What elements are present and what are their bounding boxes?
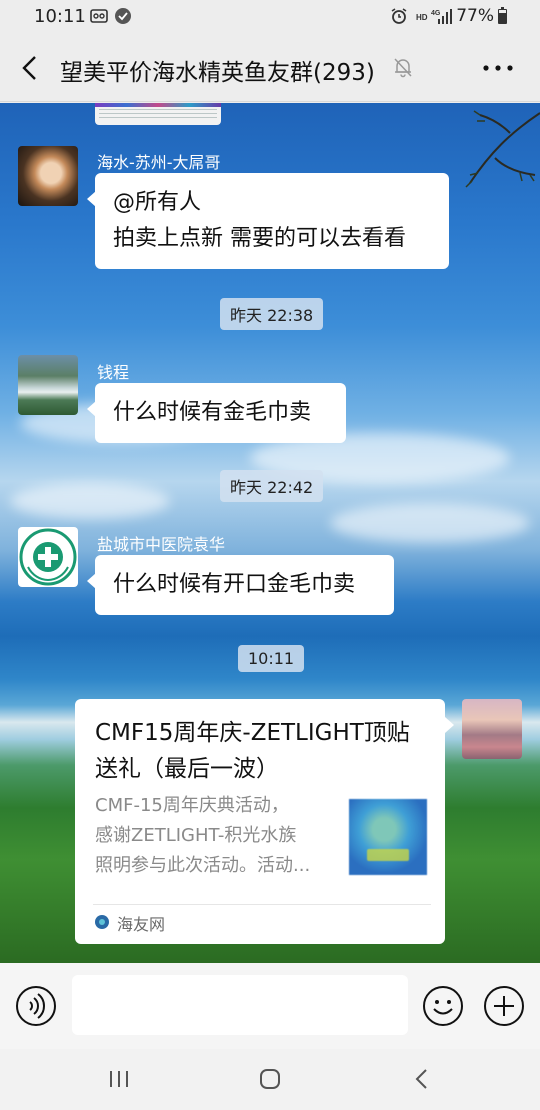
message-input[interactable] — [72, 975, 408, 1035]
timestamp: 昨天 22:42 — [220, 470, 324, 502]
background-cloud — [330, 503, 530, 543]
voice-icon[interactable] — [15, 985, 57, 1027]
link-card-thumbnail — [349, 799, 427, 875]
hospital-logo-icon — [19, 528, 77, 586]
emoji-icon[interactable] — [422, 985, 464, 1027]
link-card-description-line: CMF-15周年庆典活动， — [95, 795, 289, 816]
thumbnail-label-shape — [367, 849, 409, 861]
chat-header: 望美平价海水精英鱼友群(293) — [0, 34, 540, 102]
message-bubble[interactable]: 什么时候有金毛巾卖 — [87, 383, 346, 443]
previous-image-message[interactable] — [95, 103, 221, 125]
recent-apps-icon[interactable] — [107, 1068, 131, 1090]
link-card-title: CMF15周年庆-ZETLIGHT顶贴送礼（最后一波） — [95, 720, 410, 782]
avatar[interactable] — [18, 527, 78, 587]
more-dots-icon[interactable] — [480, 54, 516, 82]
sender-name: 钱程 — [97, 363, 130, 382]
chevron-left-icon[interactable] — [14, 52, 46, 84]
hd-4g-signal-icon: HD 4G — [416, 9, 452, 24]
background-cloud — [10, 483, 170, 519]
link-card-description: CMF-15周年庆典活动， 感谢ZETLIGHT-积光水族 照明参与此次活动。活… — [95, 791, 331, 881]
system-nav-bar — [0, 1049, 540, 1110]
message-text: 什么时候有金毛巾卖 — [113, 400, 312, 425]
svg-text:HD: HD — [416, 13, 428, 22]
chat-title[interactable]: 望美平价海水精英鱼友群(293) — [60, 53, 375, 87]
self-avatar[interactable] — [462, 699, 522, 759]
timestamp: 昨天 22:38 — [220, 298, 324, 330]
avatar[interactable] — [18, 355, 78, 415]
bell-off-icon — [394, 58, 412, 78]
input-bar — [0, 963, 540, 1049]
link-card-description-line: 感谢ZETLIGHT-积光水族 — [95, 825, 297, 846]
link-card-source: 海友网 — [117, 915, 166, 934]
message-bubble[interactable]: @所有人 拍卖上点新 需要的可以去看看 — [87, 173, 449, 269]
message-text: 什么时候有开口金毛巾卖 — [113, 572, 356, 597]
image-text-rows — [99, 109, 217, 121]
back-icon[interactable] — [410, 1067, 434, 1091]
chat-message-list[interactable]: 海水-苏州-大屌哥 @所有人 拍卖上点新 需要的可以去看看 昨天 22:38 钱… — [0, 103, 540, 963]
app-notification-icon — [115, 8, 131, 24]
image-strip — [95, 103, 221, 107]
message-text: @所有人 — [113, 190, 202, 215]
avatar[interactable] — [18, 146, 78, 206]
link-card-divider — [93, 904, 431, 905]
background-tree-branch — [465, 110, 540, 188]
battery-icon — [498, 7, 507, 24]
sender-name: 盐城市中医院袁华 — [97, 535, 226, 554]
status-bar: 10:11 HD 4G 77% — [0, 0, 540, 34]
message-bubble[interactable]: 什么时候有开口金毛巾卖 — [87, 555, 394, 615]
home-icon[interactable] — [258, 1067, 282, 1091]
plus-icon[interactable] — [483, 985, 525, 1027]
alarm-icon — [391, 8, 407, 24]
voicemail-icon — [90, 9, 108, 23]
link-card-description-line: 照明参与此次活动。活动... — [95, 855, 311, 876]
status-time: 10:11 — [34, 6, 86, 27]
source-logo-icon — [95, 915, 109, 929]
svg-text:4G: 4G — [431, 10, 441, 17]
link-card-message[interactable]: CMF15周年庆-ZETLIGHT顶贴送礼（最后一波） CMF-15周年庆典活动… — [75, 699, 454, 944]
sender-name: 海水-苏州-大屌哥 — [97, 153, 221, 172]
timestamp: 10:11 — [238, 645, 305, 672]
battery-percent: 77% — [456, 6, 494, 26]
message-text: 拍卖上点新 需要的可以去看看 — [113, 226, 406, 251]
